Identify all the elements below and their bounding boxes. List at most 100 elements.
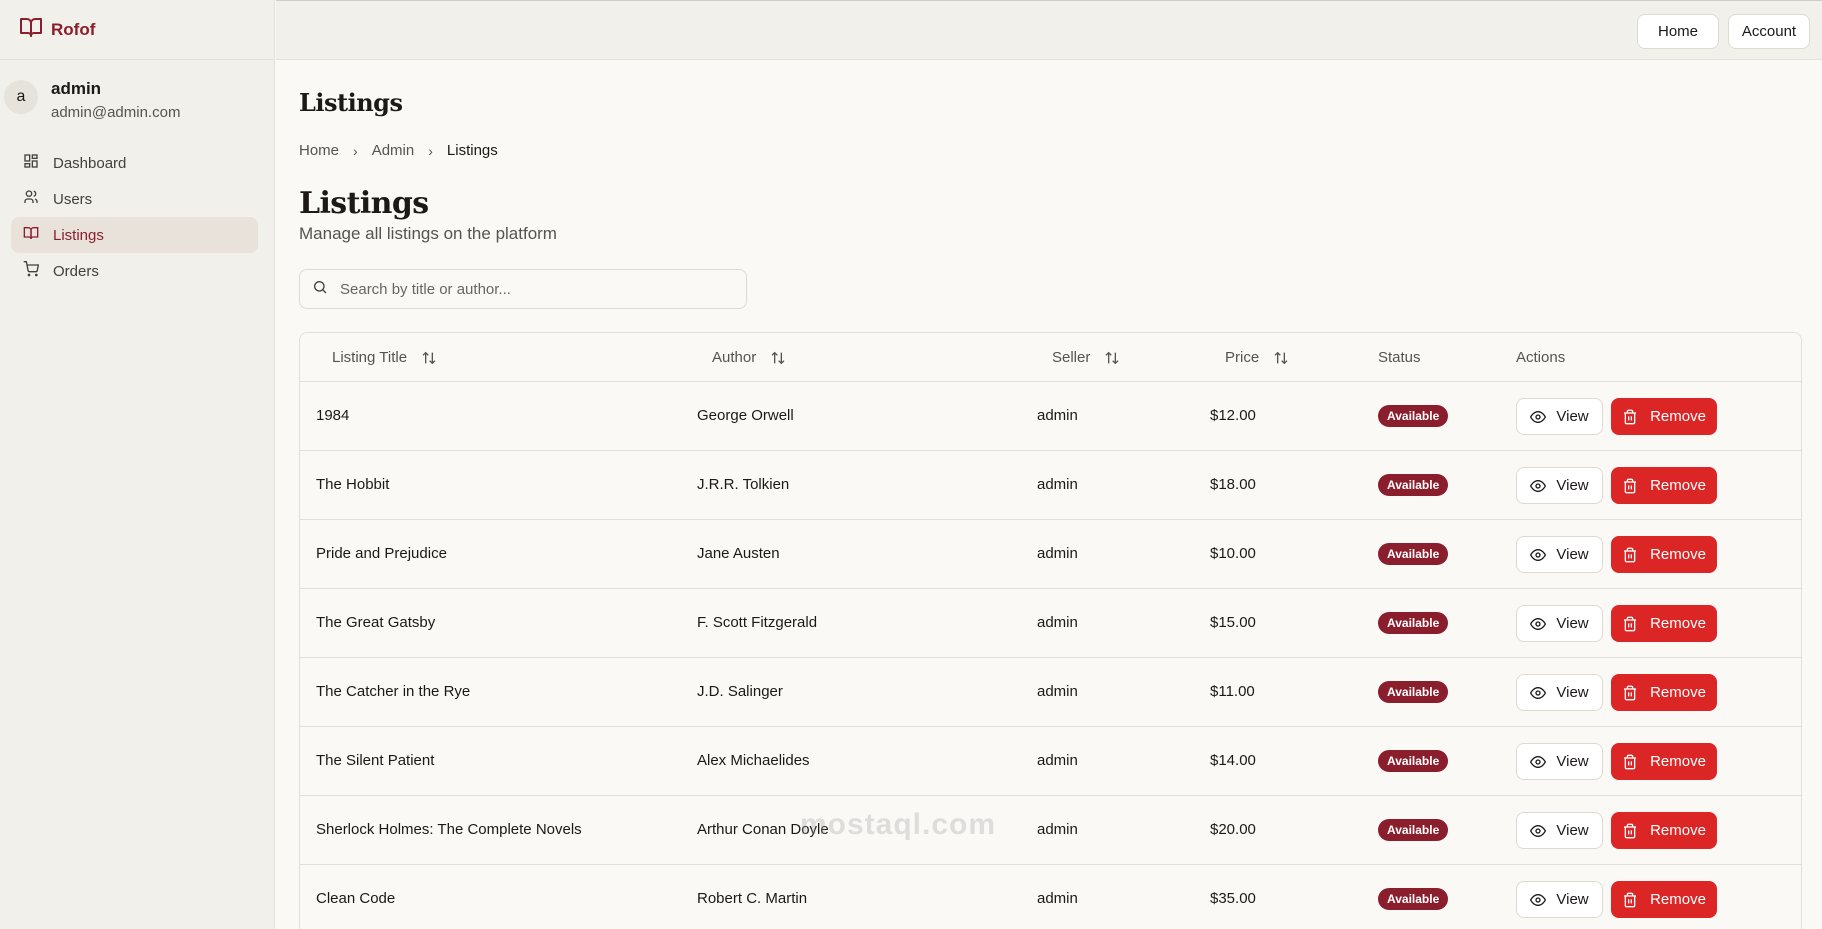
view-button[interactable]: View [1516, 467, 1603, 504]
home-button[interactable]: Home [1637, 14, 1719, 49]
remove-button[interactable]: Remove [1611, 467, 1717, 504]
remove-button[interactable]: Remove [1611, 605, 1717, 642]
status-badge: Available [1378, 612, 1449, 634]
listing-price: $18.00 [1210, 476, 1256, 493]
user-name: admin [51, 79, 102, 98]
status-badge: Available [1378, 474, 1449, 496]
listing-title: The Silent Patient [316, 752, 435, 769]
remove-button[interactable]: Remove [1611, 812, 1717, 849]
view-button[interactable]: View [1516, 881, 1603, 918]
trash-icon [1624, 685, 1637, 700]
status-badge: Available [1378, 888, 1449, 910]
listing-price: $10.00 [1210, 545, 1256, 562]
remove-label: Remove [1650, 615, 1706, 632]
breadcrumb-current: Listings [446, 142, 498, 159]
status-badge: Available [1378, 405, 1449, 427]
listing-price: $12.00 [1210, 407, 1256, 424]
view-button[interactable]: View [1516, 398, 1603, 435]
trash-icon [1624, 892, 1637, 907]
listing-title: Clean Code [316, 890, 396, 907]
search-box [299, 269, 747, 309]
sort-icon [1274, 351, 1288, 364]
account-button[interactable]: Account [1728, 14, 1810, 49]
listing-title: Sherlock Holmes: The Complete Novels [316, 821, 582, 838]
view-button[interactable]: View [1516, 812, 1603, 849]
eye-icon [1530, 686, 1547, 699]
listing-author: Alex Michaelides [697, 752, 810, 769]
view-button[interactable]: View [1516, 674, 1603, 711]
table-row: Sherlock Holmes: The Complete Novels Art… [300, 796, 1801, 865]
listing-title: Pride and Prejudice [316, 545, 447, 562]
listing-title: The Great Gatsby [316, 614, 436, 631]
listings-table: Listing Title Author Seller Price Status… [299, 332, 1802, 929]
remove-button[interactable]: Remove [1611, 536, 1717, 573]
remove-button[interactable]: Remove [1611, 743, 1717, 780]
remove-label: Remove [1650, 408, 1706, 425]
table-row: 1984 George Orwell admin $12.00 Availabl… [300, 382, 1801, 451]
listing-seller: admin [1037, 890, 1078, 907]
trash-icon [1624, 478, 1637, 493]
trash-icon [1624, 616, 1637, 631]
user-profile: admin admin@admin.com [51, 79, 180, 121]
breadcrumb-home[interactable]: Home [299, 142, 339, 159]
view-label: View [1556, 615, 1589, 632]
sort-icon [422, 351, 436, 364]
column-header-actions: Actions [1516, 349, 1566, 366]
column-header-price[interactable]: Price [1225, 349, 1289, 366]
listing-author: Robert C. Martin [697, 890, 808, 907]
remove-button[interactable]: Remove [1611, 881, 1717, 918]
listing-price: $20.00 [1210, 821, 1256, 838]
column-label: Author [712, 349, 757, 366]
brand[interactable]: Rofof [0, 0, 274, 60]
page-subtitle: Manage all listings on the platform [299, 224, 557, 243]
chevron-right-icon: › [428, 142, 433, 159]
listing-title: The Catcher in the Rye [316, 683, 471, 700]
watermark: mostaql.com [800, 808, 997, 841]
users-icon [23, 189, 53, 209]
remove-button[interactable]: Remove [1611, 674, 1717, 711]
topbar: Home Account [276, 0, 1822, 60]
column-label: Listing Title [332, 349, 408, 366]
sidebar-item-orders[interactable]: Orders [11, 253, 258, 289]
chevron-right-icon: › [353, 142, 358, 159]
search-input[interactable] [340, 280, 730, 298]
view-button[interactable]: View [1516, 743, 1603, 780]
listing-author: George Orwell [697, 407, 794, 424]
view-label: View [1556, 477, 1589, 494]
dashboard-icon [23, 153, 53, 173]
sidebar-item-label: Dashboard [53, 154, 127, 172]
avatar: a [4, 80, 38, 114]
sidebar-item-users[interactable]: Users [11, 181, 258, 217]
sort-icon [1105, 351, 1119, 364]
view-button[interactable]: View [1516, 536, 1603, 573]
eye-icon [1530, 617, 1547, 630]
listing-author: J.D. Salinger [697, 683, 783, 700]
status-badge: Available [1378, 750, 1449, 772]
view-button[interactable]: View [1516, 605, 1603, 642]
eye-icon [1530, 824, 1547, 837]
view-label: View [1556, 546, 1589, 563]
view-label: View [1556, 408, 1589, 425]
status-badge: Available [1378, 819, 1449, 841]
breadcrumb-admin[interactable]: Admin [372, 142, 415, 159]
sidebar-item-dashboard[interactable]: Dashboard [11, 145, 258, 181]
view-label: View [1556, 891, 1589, 908]
column-header-title[interactable]: Listing Title [332, 349, 437, 366]
remove-button[interactable]: Remove [1611, 398, 1717, 435]
header-title: Listings [299, 88, 403, 117]
listing-author: Jane Austen [697, 545, 780, 562]
column-header-author[interactable]: Author [712, 349, 786, 366]
listing-price: $15.00 [1210, 614, 1256, 631]
remove-label: Remove [1650, 477, 1706, 494]
table-row: The Great Gatsby F. Scott Fitzgerald adm… [300, 589, 1801, 658]
view-label: View [1556, 684, 1589, 701]
column-header-seller[interactable]: Seller [1052, 349, 1120, 366]
listing-seller: admin [1037, 476, 1078, 493]
eye-icon [1530, 410, 1547, 423]
sidebar: Rofof a admin admin@admin.com Dashboard … [0, 0, 275, 929]
search-icon [312, 279, 328, 300]
eye-icon [1530, 479, 1547, 492]
sidebar-item-label: Orders [53, 262, 99, 280]
sidebar-item-listings[interactable]: Listings [11, 217, 258, 253]
remove-label: Remove [1650, 753, 1706, 770]
